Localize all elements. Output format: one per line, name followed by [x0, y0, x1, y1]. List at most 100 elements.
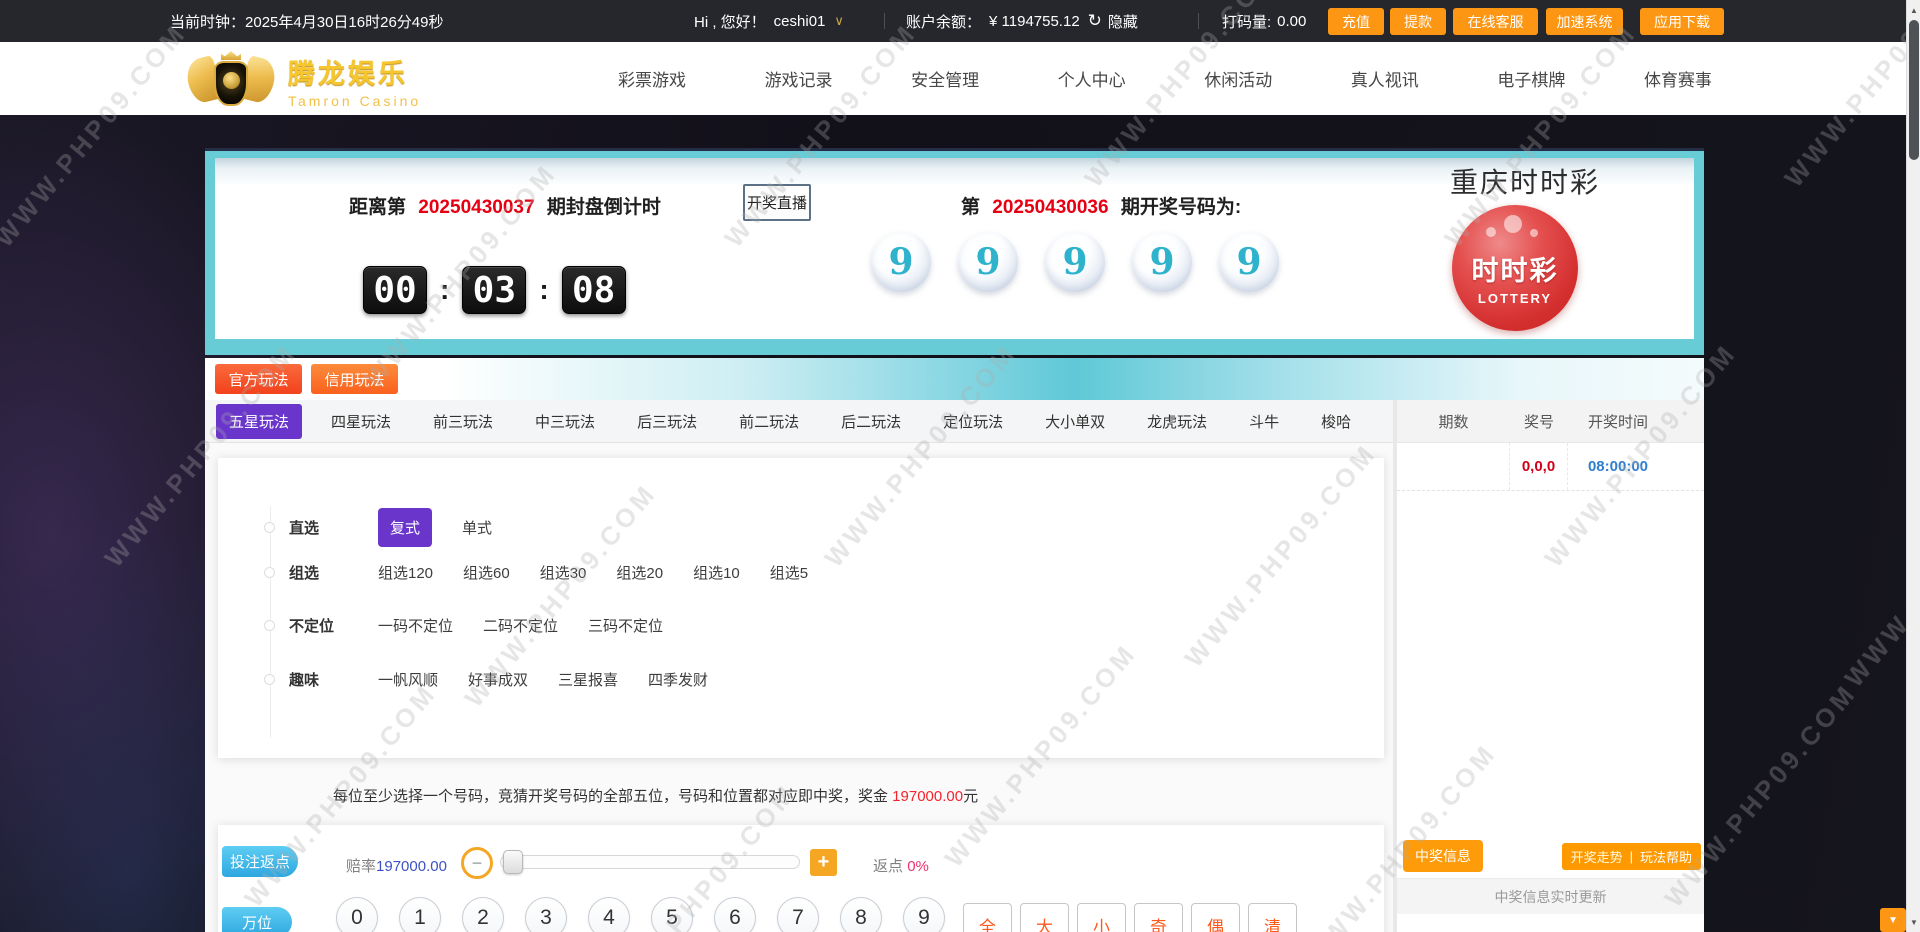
- brand-emblem-icon: [186, 50, 276, 110]
- option-zuxuan60[interactable]: 组选60: [463, 562, 510, 583]
- tab-suoha[interactable]: 梭哈: [1308, 404, 1364, 439]
- hint-text: 每位至少选择一个号码，竞猜开奖号码的全部五位，号码和位置都对应即中奖，奖金: [333, 788, 892, 805]
- option-zuxuan10[interactable]: 组选10: [693, 562, 740, 583]
- group-label: 组选: [289, 562, 378, 583]
- option-sanma[interactable]: 三码不定位: [588, 615, 663, 636]
- official-play-button[interactable]: 官方玩法: [215, 364, 302, 394]
- page-scrollbar[interactable]: ▲ ▼: [1906, 0, 1920, 932]
- tab-qianer[interactable]: 前二玩法: [726, 404, 812, 439]
- number-ball-2[interactable]: 2: [462, 897, 504, 932]
- nav-board-games[interactable]: 电子棋牌: [1497, 66, 1565, 91]
- hint-unit: 元: [963, 788, 978, 805]
- result-ball: 9: [871, 232, 931, 292]
- position-tab-wanwei[interactable]: 万位: [222, 907, 292, 932]
- refresh-icon[interactable]: ↻: [1088, 11, 1102, 31]
- option-zuxuan120[interactable]: 组选120: [378, 562, 433, 583]
- number-ball-0[interactable]: 0: [336, 897, 378, 932]
- quick-small-button[interactable]: 小: [1077, 903, 1126, 932]
- number-ball-3[interactable]: 3: [525, 897, 567, 932]
- tab-housan[interactable]: 后三玩法: [624, 404, 710, 439]
- nav-sports[interactable]: 体育赛事: [1644, 66, 1712, 91]
- hide-balance-button[interactable]: 隐藏: [1108, 11, 1138, 32]
- win-info-button[interactable]: 中奖信息: [1403, 840, 1483, 872]
- trend-link[interactable]: 开奖走势: [1571, 847, 1623, 866]
- quick-odd-button[interactable]: 奇: [1134, 903, 1183, 932]
- live-draw-button[interactable]: 开奖直播: [743, 184, 811, 221]
- rebate-slider[interactable]: [500, 855, 800, 869]
- nav-game-records[interactable]: 游戏记录: [765, 66, 833, 91]
- tab-daxiaodanshuang[interactable]: 大小单双: [1032, 404, 1118, 439]
- user-greeting[interactable]: Hi , 您好！ ceshi01 ∨: [694, 0, 844, 42]
- timeline-dot: [264, 674, 275, 685]
- quick-big-button[interactable]: 大: [1020, 903, 1069, 932]
- withdraw-button[interactable]: 提款: [1390, 8, 1446, 35]
- option-sijifacai[interactable]: 四季发财: [648, 669, 708, 690]
- speedup-button[interactable]: 加速系统: [1546, 8, 1623, 35]
- scroll-up-icon[interactable]: ▲: [1907, 2, 1920, 18]
- quick-all-button[interactable]: 全: [963, 903, 1012, 932]
- brand-text[interactable]: 腾龙娱乐 Tamron Casino: [288, 52, 421, 109]
- nav-security[interactable]: 安全管理: [911, 66, 979, 91]
- bet-group-budingwei: 不定位 一码不定位 二码不定位 三码不定位: [264, 615, 663, 636]
- nav-live-casino[interactable]: 真人视讯: [1351, 66, 1419, 91]
- countdown-timer: 00 : 03 : 08: [363, 266, 626, 314]
- help-link[interactable]: 玩法帮助: [1640, 847, 1692, 866]
- tab-zhongsan[interactable]: 中三玩法: [522, 404, 608, 439]
- cell-draw-time: 08:00:00: [1568, 458, 1668, 475]
- turnover-label: 打码量:: [1222, 11, 1271, 32]
- topbar-divider: [1198, 13, 1199, 29]
- nav-lottery-games[interactable]: 彩票游戏: [618, 66, 686, 91]
- topbar: 当前时钟： 2025年4月30日16时26分49秒 Hi , 您好！ ceshi…: [0, 0, 1920, 42]
- nav-leisure-activities[interactable]: 休闲活动: [1204, 66, 1272, 91]
- option-sanxingbaoxi[interactable]: 三星报喜: [558, 669, 618, 690]
- number-selection-row: 0 1 2 3 4 5 6 7 8 9: [336, 897, 945, 932]
- plus-button[interactable]: +: [810, 849, 837, 876]
- close-prefix: 距离第: [349, 197, 406, 218]
- number-ball-6[interactable]: 6: [714, 897, 756, 932]
- tab-douniu[interactable]: 斗牛: [1236, 404, 1292, 439]
- option-danshi[interactable]: 单式: [462, 517, 492, 538]
- number-ball-4[interactable]: 4: [588, 897, 630, 932]
- number-ball-1[interactable]: 1: [399, 897, 441, 932]
- option-zuxuan30[interactable]: 组选30: [540, 562, 587, 583]
- quick-even-button[interactable]: 偶: [1191, 903, 1240, 932]
- tab-wuxing[interactable]: 五星玩法: [216, 404, 302, 439]
- option-erma[interactable]: 二码不定位: [483, 615, 558, 636]
- corner-dropdown-button[interactable]: ▼: [1880, 908, 1906, 932]
- option-yima[interactable]: 一码不定位: [378, 615, 453, 636]
- deposit-button[interactable]: 充值: [1328, 8, 1384, 35]
- tab-dingwei[interactable]: 定位玩法: [930, 404, 1016, 439]
- bet-input-card: 投注返点 赔率197000.00 − + 返点 0% 万位 0 1 2 3 4 …: [218, 825, 1384, 932]
- rebate-tab[interactable]: 投注返点: [222, 846, 298, 877]
- panel-links: 开奖走势 | 玩法帮助: [1562, 843, 1701, 870]
- app-download-button[interactable]: 应用下载: [1640, 8, 1724, 35]
- number-ball-5[interactable]: 5: [651, 897, 693, 932]
- nav-personal-center[interactable]: 个人中心: [1058, 66, 1126, 91]
- tab-houer[interactable]: 后二玩法: [828, 404, 914, 439]
- tab-longhu[interactable]: 龙虎玩法: [1134, 404, 1220, 439]
- header-numbers: 奖号: [1510, 411, 1568, 432]
- scroll-down-icon[interactable]: ▼: [1907, 914, 1920, 930]
- quick-clear-button[interactable]: 清: [1248, 903, 1297, 932]
- number-ball-8[interactable]: 8: [840, 897, 882, 932]
- option-zuxuan5[interactable]: 组选5: [770, 562, 808, 583]
- slider-handle[interactable]: [503, 850, 523, 874]
- option-fushi[interactable]: 复式: [378, 508, 432, 547]
- cell-issue: [1397, 443, 1510, 490]
- tab-sixing[interactable]: 四星玩法: [318, 404, 404, 439]
- option-zuxuan20[interactable]: 组选20: [616, 562, 663, 583]
- results-panel: 期数 奖号 开奖时间 0,0,0 08:00:00 中奖信息 开奖走势 | 玩法…: [1397, 400, 1704, 932]
- minus-button[interactable]: −: [461, 847, 493, 879]
- customer-service-button[interactable]: 在线客服: [1453, 8, 1538, 35]
- number-ball-9[interactable]: 9: [903, 897, 945, 932]
- credit-play-button[interactable]: 信用玩法: [311, 364, 398, 394]
- chevron-down-icon[interactable]: ∨: [834, 13, 844, 29]
- tab-qiansan[interactable]: 前三玩法: [420, 404, 506, 439]
- scrollbar-thumb[interactable]: [1909, 20, 1919, 160]
- rebate-label: 返点: [873, 858, 903, 875]
- option-haoshichengshuang[interactable]: 好事成双: [468, 669, 528, 690]
- brand-subtitle: Tamron Casino: [288, 93, 421, 109]
- page: 当前时钟： 2025年4月30日16时26分49秒 Hi , 您好！ ceshi…: [0, 0, 1920, 932]
- number-ball-7[interactable]: 7: [777, 897, 819, 932]
- option-yifanfengshun[interactable]: 一帆风顺: [378, 669, 438, 690]
